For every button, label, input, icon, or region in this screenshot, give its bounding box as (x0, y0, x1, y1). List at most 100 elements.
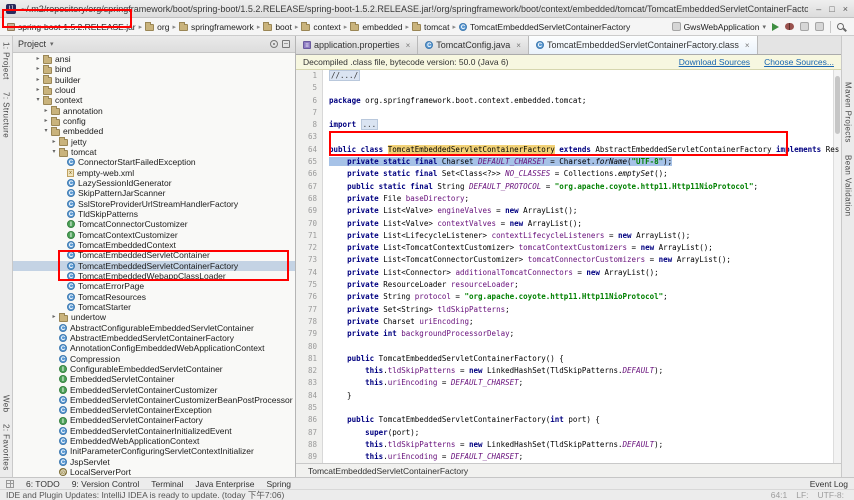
tree-item-initparameterconfiguringservletcontextinitializer[interactable]: C InitParameterConfiguringServletContextI… (13, 446, 295, 456)
gear-icon[interactable] (270, 40, 278, 48)
tree-item-tomcatresources[interactable]: C TomcatResources (13, 292, 295, 302)
tool-window-button-bean-validation[interactable]: Bean Validation (844, 149, 853, 222)
breadcrumb-item-embedded[interactable]: embedded (348, 21, 404, 33)
tree-item-tomcatconnectorcustomizer[interactable]: I TomcatConnectorCustomizer (13, 219, 295, 229)
tree-item-config[interactable]: ▸ config (13, 116, 295, 126)
tool-window-button-9-version-control[interactable]: 9: Version Control (72, 479, 140, 489)
code-line-content: private static final Charset DEFAULT_CHA… (329, 157, 673, 167)
tool-window-button-maven-projects[interactable]: Maven Projects (844, 76, 853, 149)
tree-item-undertow[interactable]: ▸ undertow (13, 312, 295, 322)
crumb-separator-icon: ▸ (343, 23, 348, 31)
class-icon: C (67, 179, 75, 188)
editor-tab-tomcatconfig-java[interactable]: C TomcatConfig.java × (418, 36, 529, 54)
coverage-button[interactable] (800, 22, 809, 31)
event-log-button[interactable]: Event Log (810, 479, 848, 489)
tree-item-ansi[interactable]: ▸ ansi (13, 54, 295, 64)
tree-item-connectorstartfailedexception[interactable]: C ConnectorStartFailedException (13, 157, 295, 167)
tool-window-button-6-todo[interactable]: 6: TODO (26, 479, 60, 489)
chevron-down-icon[interactable]: ▾ (50, 40, 54, 48)
tool-window-button-2-favorites[interactable]: 2: Favorites (2, 418, 11, 477)
tree-item-skippatternjarscanner[interactable]: C SkipPatternJarScanner (13, 188, 295, 198)
tree-toggle-icon[interactable]: ▸ (33, 64, 43, 74)
tree-item-tomcatembeddedcontext[interactable]: C TomcatEmbeddedContext (13, 240, 295, 250)
tree-item-tomcatcontextcustomizer[interactable]: I TomcatContextCustomizer (13, 230, 295, 240)
banner-link-download-sources[interactable]: Download Sources (679, 57, 750, 67)
tree-toggle-icon[interactable]: ▾ (41, 126, 51, 136)
tool-window-button-7-structure[interactable]: 7: Structure (2, 86, 11, 144)
tree-item-abstractembeddedservletcontainerfactory[interactable]: C AbstractEmbeddedServletContainerFactory (13, 333, 295, 343)
tree-item-embeddedservletcontainerfactory[interactable]: I EmbeddedServletContainerFactory (13, 415, 295, 425)
tree-item-tomcatembeddedservletcontainerfactory[interactable]: C TomcatEmbeddedServletContainerFactory (13, 260, 295, 272)
tree-item-embeddedservletcontainercustomizerbeanpostprocessor[interactable]: C EmbeddedServletContainerCustomizerBeanP… (13, 395, 295, 405)
search-icon[interactable] (837, 23, 844, 30)
banner-link-choose-sources[interactable]: Choose Sources... (764, 57, 834, 67)
tool-window-button-web[interactable]: Web (2, 389, 11, 419)
tab-close-icon[interactable]: × (745, 41, 750, 50)
tree-item-cloud[interactable]: ▸ cloud (13, 85, 295, 95)
tree-item-tomcat[interactable]: ▾ tomcat (13, 147, 295, 157)
tree-item-embeddedservletcontainerinitializedevent[interactable]: C EmbeddedServletContainerInitializedEven… (13, 426, 295, 436)
tree-item-configurableembeddedservletcontainer[interactable]: I ConfigurableEmbeddedServletContainer (13, 364, 295, 374)
breadcrumb-item-tomcat[interactable]: tomcat (410, 21, 452, 33)
breadcrumb-item-springframework[interactable]: springframework (177, 21, 256, 33)
tree-toggle-icon[interactable]: ▸ (33, 85, 43, 95)
tree-item-annotationconfigembeddedwebapplicationcontext[interactable]: C AnnotationConfigEmbeddedWebApplicationC… (13, 343, 295, 353)
tree-toggle-icon[interactable]: ▾ (33, 95, 43, 105)
breadcrumb-item-tomcatembeddedservletcontainerfactory[interactable]: C TomcatEmbeddedServletContainerFactory (457, 21, 632, 33)
folder-icon (43, 54, 52, 64)
editor-tab-application-properties[interactable]: ≡ application.properties × (296, 36, 419, 54)
tree-item-compression[interactable]: C Compression (13, 354, 295, 364)
tree-item-embeddedservletcontainercustomizer[interactable]: I EmbeddedServletContainerCustomizer (13, 385, 295, 395)
tool-window-button-spring[interactable]: Spring (266, 479, 291, 489)
tree-item-tomcatembeddedwebappclassloader[interactable]: C TomcatEmbeddedWebappClassLoader (13, 270, 295, 282)
tree-toggle-icon[interactable]: ▸ (49, 137, 59, 147)
tree-item-jspservlet[interactable]: C JspServlet (13, 457, 295, 467)
tree-toggle-icon[interactable]: ▸ (41, 116, 51, 126)
tree-item-tomcaterrorpage[interactable]: C TomcatErrorPage (13, 281, 295, 291)
tree-item-embeddedservletcontainer[interactable]: I EmbeddedServletContainer (13, 374, 295, 384)
tree-item-localserverport[interactable]: @ LocalServerPort (13, 467, 295, 477)
tool-window-button-1-project[interactable]: 1: Project (2, 36, 11, 86)
tool-window-button-terminal[interactable]: Terminal (151, 479, 183, 489)
stop-button[interactable] (815, 22, 824, 31)
tree-item-bind[interactable]: ▸ bind (13, 64, 295, 74)
editor-breadcrumb-item[interactable]: TomcatEmbeddedServletContainerFactory (308, 466, 468, 476)
tree-toggle-icon[interactable]: ▾ (49, 147, 59, 157)
minimize-icon[interactable]: – (816, 4, 821, 14)
tree-item-sslstoreproviderurlstreamhandlerfactory[interactable]: C SslStoreProviderUrlStreamHandlerFactory (13, 199, 295, 209)
tree-item-tomcatstarter[interactable]: C TomcatStarter (13, 302, 295, 312)
tool-windows-icon[interactable] (6, 479, 14, 488)
editor-tab-tomcatembeddedservletcontainerfactory-class[interactable]: C TomcatEmbeddedServletContainerFactory.c… (528, 36, 758, 54)
tree-item-embedded[interactable]: ▾ embedded (13, 126, 295, 136)
collapse-all-icon[interactable]: – (282, 40, 290, 48)
tree-item-embeddedservletcontainerexception[interactable]: C EmbeddedServletContainerException (13, 405, 295, 415)
breadcrumb-item-spring-boot-1-5-2-release-jar[interactable]: spring-boot-1.5.2.RELEASE.jar (5, 21, 138, 33)
tree-toggle-icon[interactable]: ▸ (49, 312, 59, 322)
tab-close-icon[interactable]: × (516, 41, 521, 50)
tree-item-lazysessionidgenerator[interactable]: C LazySessionIdGenerator (13, 178, 295, 188)
tree-toggle-icon[interactable]: ▸ (33, 54, 43, 64)
tree-item-builder[interactable]: ▸ builder (13, 75, 295, 85)
tree-item-jetty[interactable]: ▸ jetty (13, 137, 295, 147)
tool-window-button-java-enterprise[interactable]: Java Enterprise (195, 479, 254, 489)
tree-item-context[interactable]: ▾ context (13, 95, 295, 105)
tree-item-tldskippatterns[interactable]: C TldSkipPatterns (13, 209, 295, 219)
tab-close-icon[interactable]: × (406, 41, 411, 50)
maximize-icon[interactable]: □ (829, 4, 834, 14)
breadcrumb-item-org[interactable]: org (143, 21, 171, 33)
tree-item-empty-web-xml[interactable]: x empty-web.xml (13, 168, 295, 178)
close-icon[interactable]: × (843, 4, 848, 14)
tree-toggle-icon[interactable]: ▸ (33, 75, 43, 85)
tree-item-abstractconfigurableembeddedservletcontainer[interactable]: C AbstractConfigurableEmbeddedServletCont… (13, 323, 295, 333)
tree-toggle-icon[interactable]: ▸ (41, 106, 51, 116)
tree-item-tomcatembeddedservletcontainer[interactable]: C TomcatEmbeddedServletContainer (13, 250, 295, 261)
run-button[interactable] (772, 22, 779, 31)
code-editor[interactable]: 1 //.../ 5 6 package org.springframework.boo… (296, 70, 841, 463)
run-configuration-select[interactable]: GwsWebApplication ▾ (671, 22, 766, 32)
tree-item-embeddedwebapplicationcontext[interactable]: C EmbeddedWebApplicationContext (13, 436, 295, 446)
breadcrumb-item-boot[interactable]: boot (261, 21, 294, 33)
breadcrumb-item-context[interactable]: context (299, 21, 342, 33)
tree-item-annotation[interactable]: ▸ annotation (13, 106, 295, 116)
debug-button[interactable] (785, 23, 794, 30)
